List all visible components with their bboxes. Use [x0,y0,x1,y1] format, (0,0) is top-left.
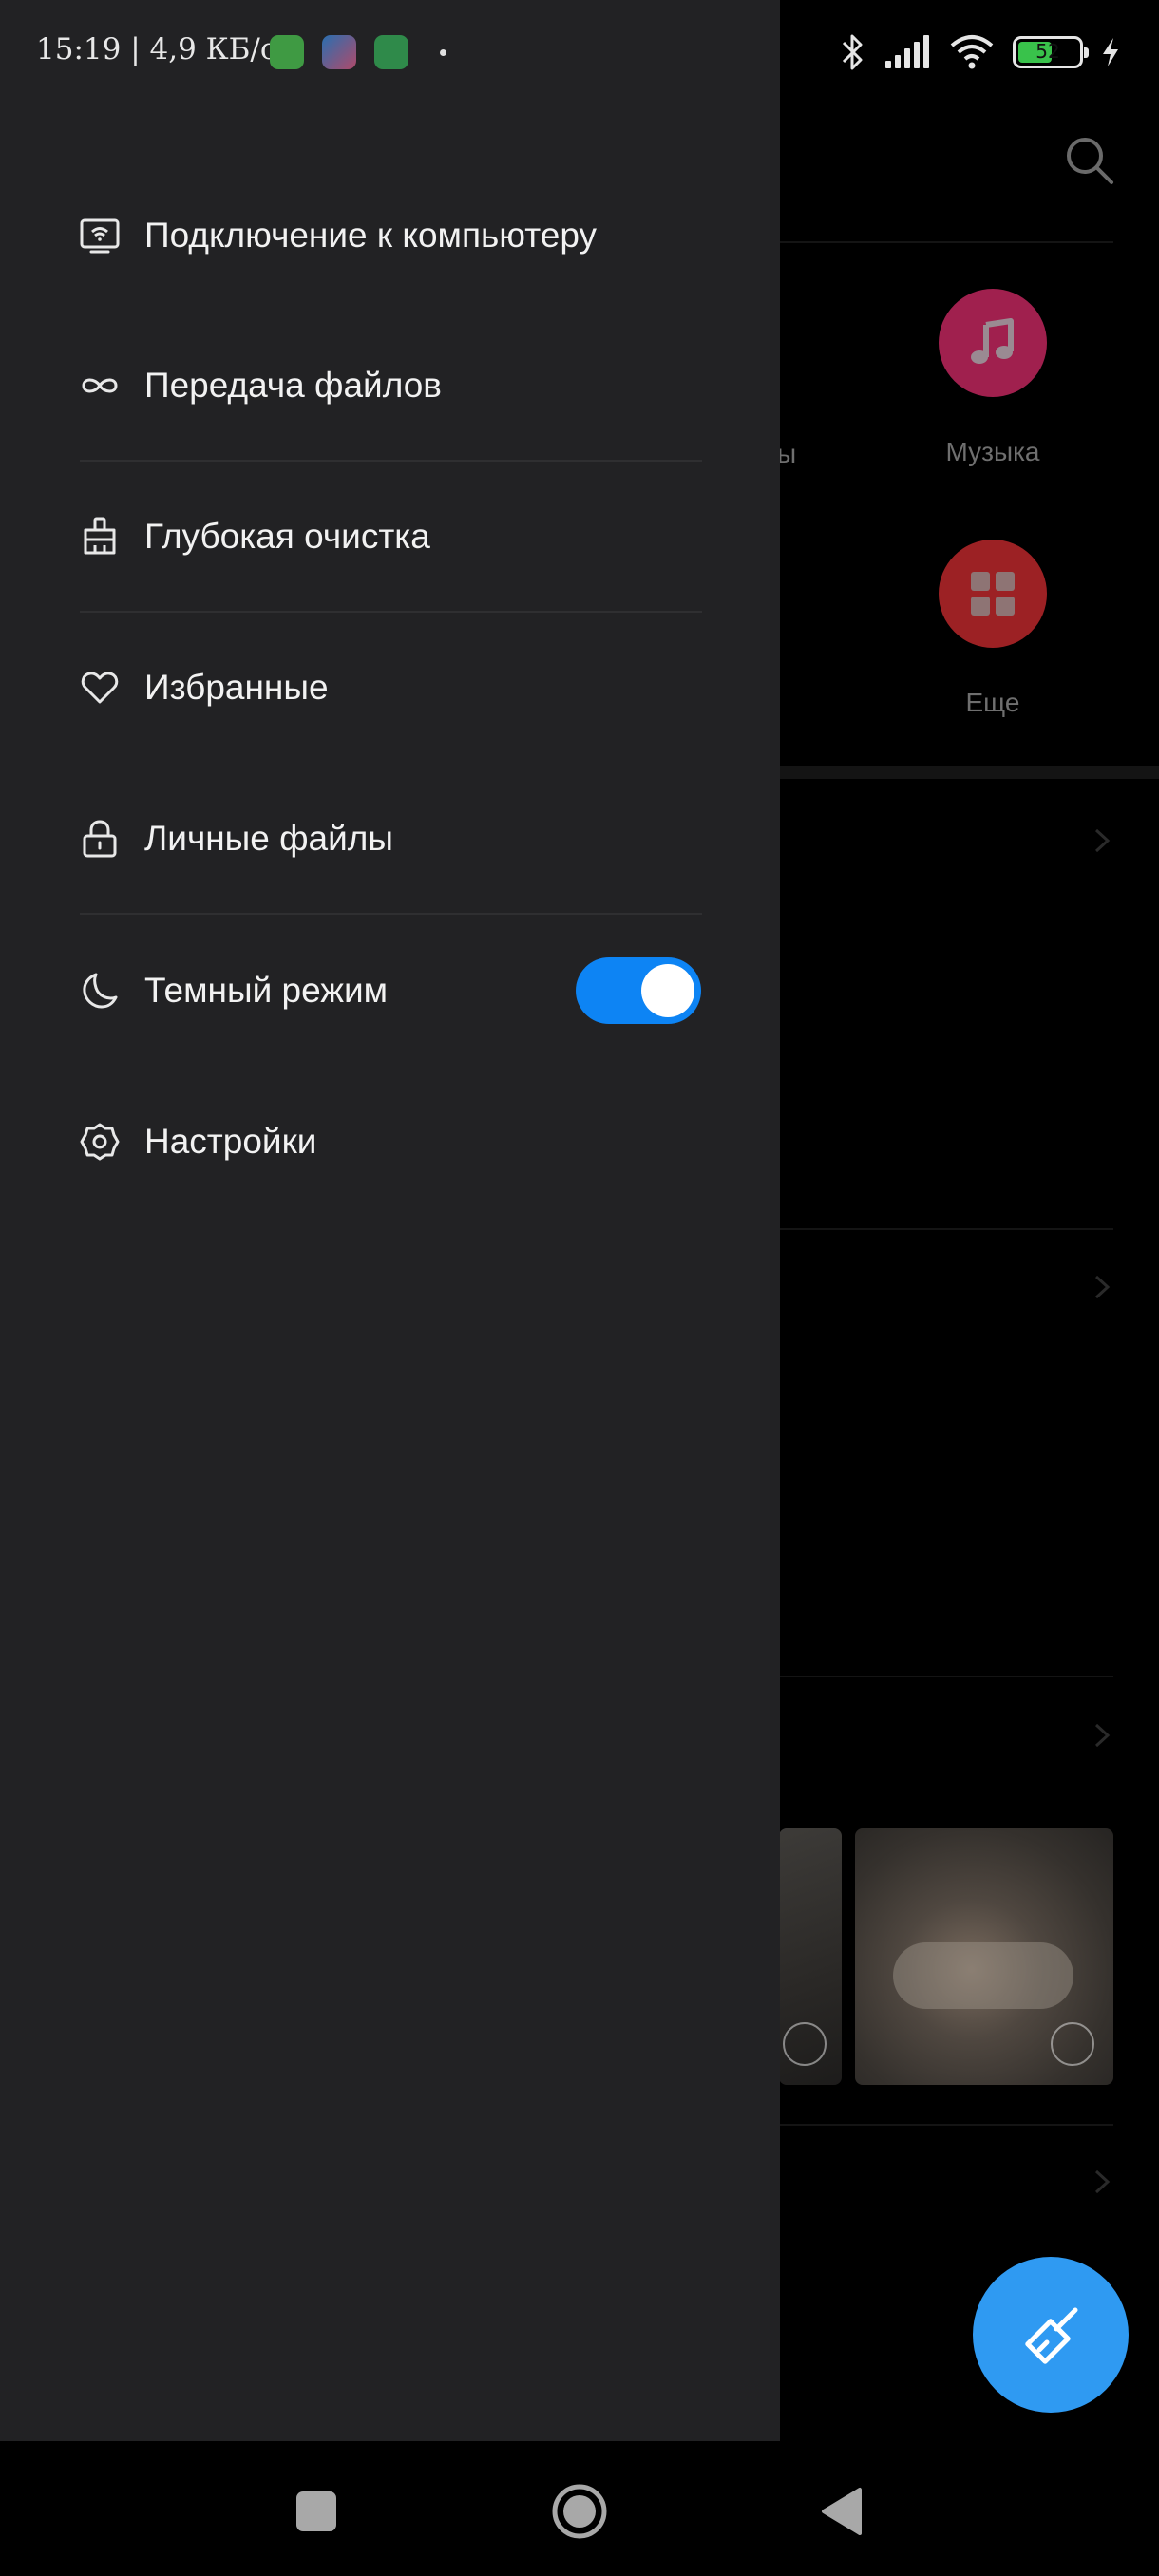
back-button[interactable] [813,2483,870,2540]
broom-icon [1025,2307,1078,2364]
menu-item-label: Передача файлов [144,366,442,405]
wifi-icon [950,35,994,69]
home-button[interactable] [551,2483,608,2540]
system-navigation-bar [0,2441,1159,2576]
chevron-right-icon[interactable] [1091,2168,1113,2196]
menu-divider [80,460,702,462]
square-icon [296,2491,336,2531]
select-circle-icon[interactable] [1051,2022,1094,2066]
menu-item-favorites[interactable]: Избранные [80,640,702,735]
divider [779,2124,1113,2126]
photo-thumbnail[interactable] [779,1828,842,2085]
menu-item-connect-computer[interactable]: Подключение к компьютеру [80,188,702,283]
navigation-drawer: Подключение к компьютеру Передача файлов… [0,0,780,2441]
divider [779,241,1113,243]
toggle-knob [641,964,694,1017]
menu-item-label: Темный режим [144,971,389,1010]
menu-item-label: Личные файлы [144,819,393,858]
music-note-icon [939,289,1047,397]
photo-thumbnail[interactable] [855,1828,1113,2085]
category-label: Еще [965,688,1020,717]
search-icon[interactable] [1062,133,1115,186]
lock-icon [80,819,120,859]
menu-divider [80,913,702,915]
divider [779,1228,1113,1230]
more-notifications-icon [440,49,446,56]
moon-icon [80,971,120,1011]
category-music[interactable]: Музыка [898,289,1088,467]
gear-icon [80,1122,120,1162]
clean-fab-button[interactable] [973,2257,1129,2413]
broom-icon [80,517,120,557]
app-notification-icon [322,35,356,69]
heart-icon [80,668,120,708]
status-time-speed: 15:19 | 4,9 КБ/с [36,32,277,66]
menu-item-label: Избранные [144,668,329,707]
category-label: Музыка [945,437,1040,466]
bluetooth-icon [842,34,863,70]
menu-item-label: Глубокая очистка [144,517,430,556]
grid-icon [939,540,1047,648]
battery-icon: 52 [1013,36,1089,68]
dark-mode-toggle[interactable] [576,957,701,1024]
menu-item-label: Подключение к компьютеру [144,216,597,255]
category-more[interactable]: Еще [898,540,1088,718]
home-circle-icon [552,2484,607,2539]
infinity-icon [80,366,120,406]
status-icons: 52 [840,28,1121,76]
app-notification-icon [374,35,408,69]
app-notification-icon [270,35,304,69]
back-triangle-icon [822,2488,862,2535]
computer-wifi-icon [80,216,120,256]
battery-level: 52 [1036,40,1060,63]
chevron-right-icon[interactable] [1091,826,1113,855]
divider [779,1676,1113,1677]
menu-divider [80,611,702,613]
chevron-right-icon[interactable] [1091,1273,1113,1301]
menu-item-private-files[interactable]: Личные файлы [80,791,702,886]
chevron-right-icon[interactable] [1091,1721,1113,1750]
menu-item-deep-clean[interactable]: Глубокая очистка [80,489,702,584]
menu-item-label: Настройки [144,1122,317,1161]
category-label-partial: ы [777,439,797,468]
recent-apps-button[interactable] [288,2483,345,2540]
photo-content [893,1942,1074,2009]
select-circle-icon[interactable] [783,2022,826,2066]
signal-icon [885,35,929,68]
menu-item-settings[interactable]: Настройки [80,1094,702,1189]
section-separator [779,766,1159,779]
menu-item-file-transfer[interactable]: Передача файлов [80,338,702,433]
charging-icon [1103,38,1118,66]
